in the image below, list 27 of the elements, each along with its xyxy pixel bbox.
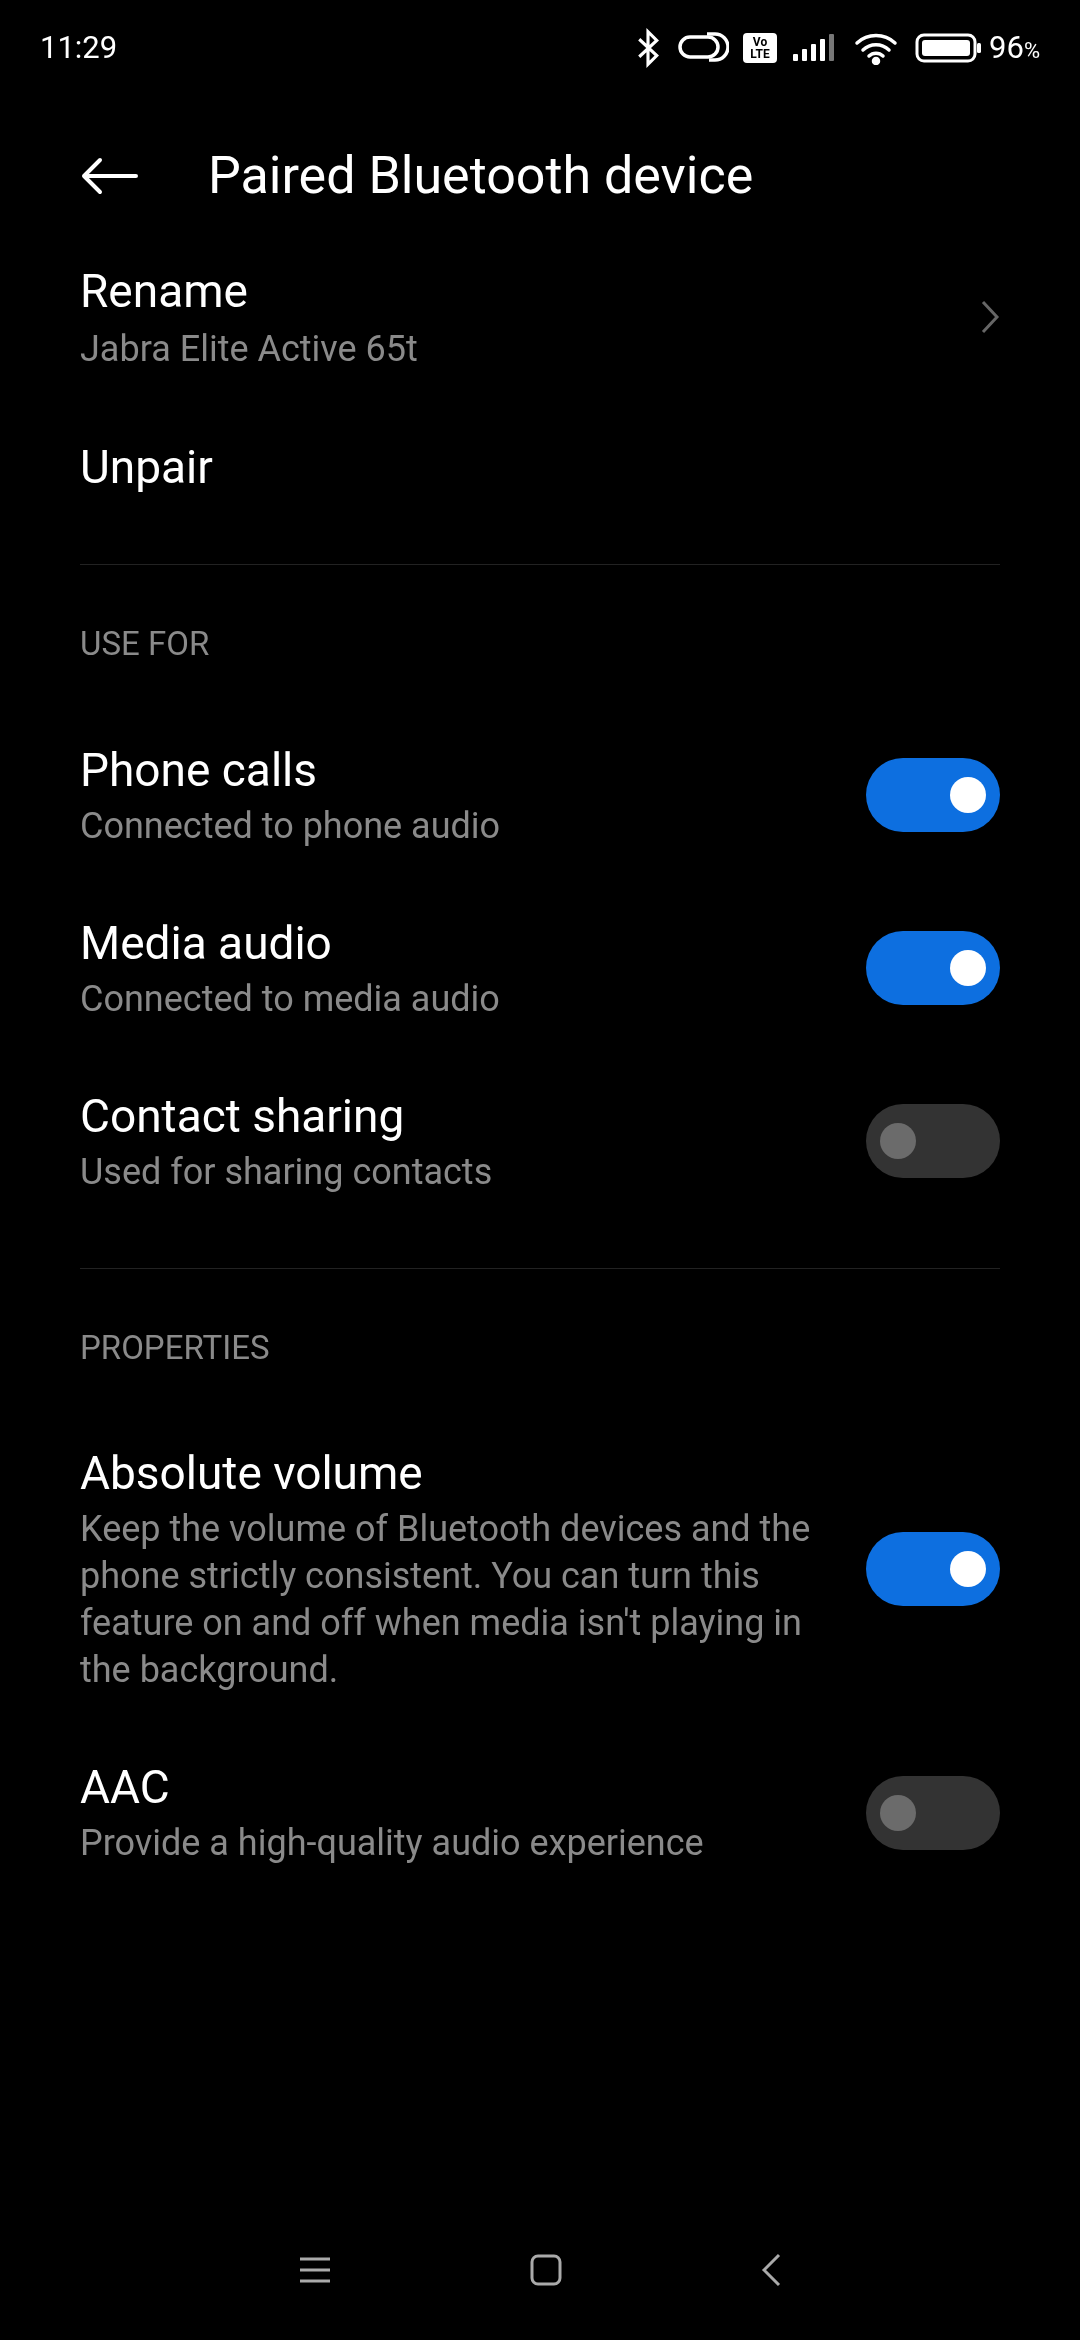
setting-title: Absolute volume [80,1445,424,1502]
home-icon[interactable] [529,2253,563,2287]
section-header: USE FOR [80,623,211,665]
row-title: Rename [80,263,249,320]
setting-title: Phone calls [80,741,318,799]
battery-percent: 96% [989,27,1040,68]
setting-title: Contact sharing [80,1087,406,1145]
setting-description: Used for sharing contacts [80,1149,493,1195]
setting-title: AAC [80,1759,171,1816]
link-icon [677,31,729,65]
setting-title: Media audio [80,914,333,972]
unpair-action[interactable]: Unpair [80,438,1000,496]
status-time: 11:29 [40,27,118,68]
setting-description: Keep the volume of Bluetooth devices and the phone strictly consistent. You can turn this feature on and off when media isn't playing in the background. [80,1507,812,1693]
back-arrow-icon[interactable] [80,156,138,196]
setting-description: Connected to media audio [80,976,500,1022]
row-subtitle: Jabra Elite Active 65t [80,327,418,372]
section-header: PROPERTIES [80,1326,271,1369]
battery-icon [915,31,983,65]
page-title: Paired Bluetooth device [208,144,754,208]
setting-description: Provide a high-quality audio experience [80,1821,704,1866]
rename-row[interactable]: Rename Jabra Elite Active 65t [80,256,1000,412]
back-icon[interactable] [759,2252,782,2288]
volte-icon: Vo LTE [743,33,777,63]
chevron-right-icon [980,299,1000,335]
menu-icon[interactable] [298,2255,333,2285]
setting-description: Connected to phone audio [80,803,501,849]
